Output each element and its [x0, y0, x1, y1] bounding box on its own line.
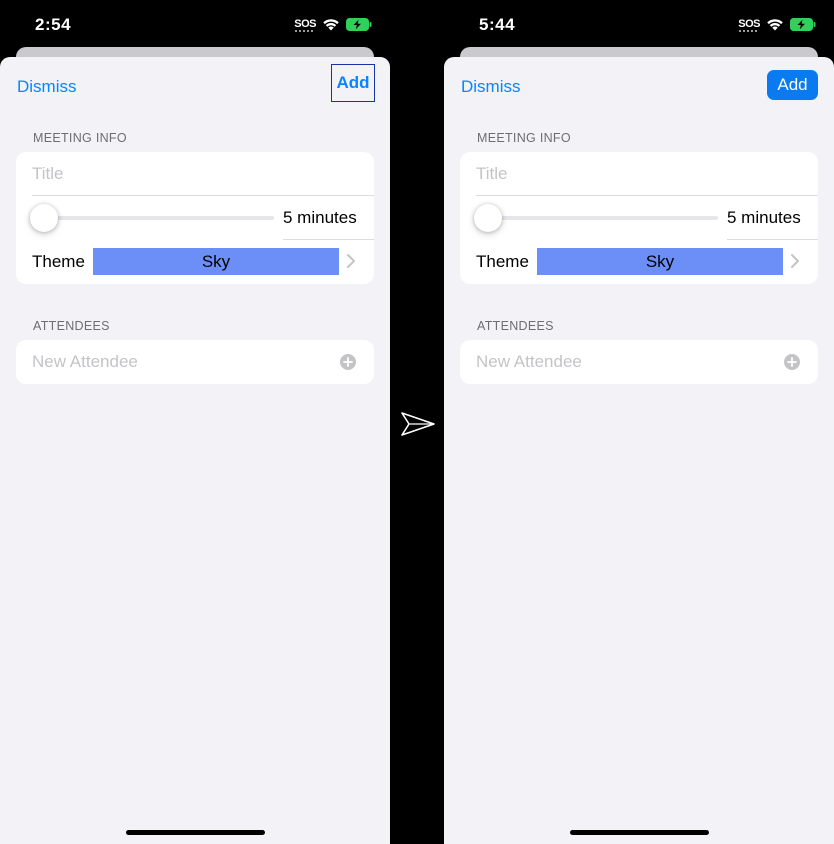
- meeting-info-card: Title 5 minutes Theme Sky: [460, 152, 818, 284]
- theme-label: Theme: [476, 252, 529, 271]
- attendees-card: New Attendee: [16, 340, 374, 384]
- new-attendee-field[interactable]: New Attendee: [32, 340, 138, 384]
- status-bar: 2:54 SOS: [0, 0, 390, 50]
- theme-label: Theme: [32, 252, 85, 271]
- home-indicator: [570, 830, 709, 835]
- theme-value: Sky: [201, 251, 231, 271]
- dismiss-button[interactable]: Dismiss: [17, 77, 77, 97]
- status-bar: 5:44 SOS: [444, 0, 834, 50]
- slider-thumb[interactable]: [474, 204, 502, 232]
- home-indicator: [126, 830, 265, 835]
- chevron-right-icon[interactable]: [346, 253, 356, 269]
- divider: [32, 195, 374, 196]
- new-meeting-sheet: Dismiss Add MEETING INFO Title 5 minutes…: [0, 57, 390, 844]
- title-field[interactable]: Title: [476, 152, 796, 196]
- battery-charging-icon: [346, 17, 372, 31]
- wifi-icon: [323, 19, 339, 31]
- meeting-info-header: MEETING INFO: [477, 131, 571, 145]
- plus-circle-icon[interactable]: [784, 354, 800, 370]
- sos-signal-icon: SOS: [738, 18, 760, 32]
- dismiss-button[interactable]: Dismiss: [461, 77, 521, 97]
- meeting-info-card: Title 5 minutes Theme Sky: [16, 152, 374, 284]
- length-slider[interactable]: [40, 216, 274, 220]
- add-button[interactable]: Add: [767, 70, 818, 100]
- screen-before: 2:54 SOS Dismiss Add MEETING INFO Title …: [0, 0, 390, 844]
- slider-thumb[interactable]: [30, 204, 58, 232]
- arrow-right-icon: [401, 412, 435, 436]
- add-button[interactable]: Add: [331, 64, 375, 102]
- status-icons: SOS: [738, 15, 816, 33]
- new-attendee-field[interactable]: New Attendee: [476, 340, 582, 384]
- wifi-icon: [767, 19, 783, 31]
- theme-picker[interactable]: Sky: [93, 248, 339, 275]
- battery-charging-icon: [790, 17, 816, 31]
- status-icons: SOS: [294, 15, 372, 33]
- theme-picker[interactable]: Sky: [537, 248, 783, 275]
- plus-circle-icon[interactable]: [340, 354, 356, 370]
- chevron-right-icon[interactable]: [790, 253, 800, 269]
- divider: [283, 239, 374, 240]
- meeting-info-header: MEETING INFO: [33, 131, 127, 145]
- sos-signal-icon: SOS: [294, 18, 316, 32]
- new-meeting-sheet: Dismiss Add MEETING INFO Title 5 minutes…: [444, 57, 834, 844]
- minutes-label: 5 minutes: [727, 208, 801, 227]
- attendees-header: ATTENDEES: [477, 319, 554, 333]
- attendees-header: ATTENDEES: [33, 319, 110, 333]
- attendees-card: New Attendee: [460, 340, 818, 384]
- status-time: 5:44: [479, 15, 516, 34]
- minutes-label: 5 minutes: [283, 208, 357, 227]
- divider: [476, 195, 818, 196]
- divider: [727, 239, 818, 240]
- length-slider[interactable]: [484, 216, 718, 220]
- title-field[interactable]: Title: [32, 152, 352, 196]
- theme-value: Sky: [645, 251, 675, 271]
- screen-after: 5:44 SOS Dismiss Add MEETING INFO Title …: [444, 0, 834, 844]
- status-time: 2:54: [35, 15, 72, 34]
